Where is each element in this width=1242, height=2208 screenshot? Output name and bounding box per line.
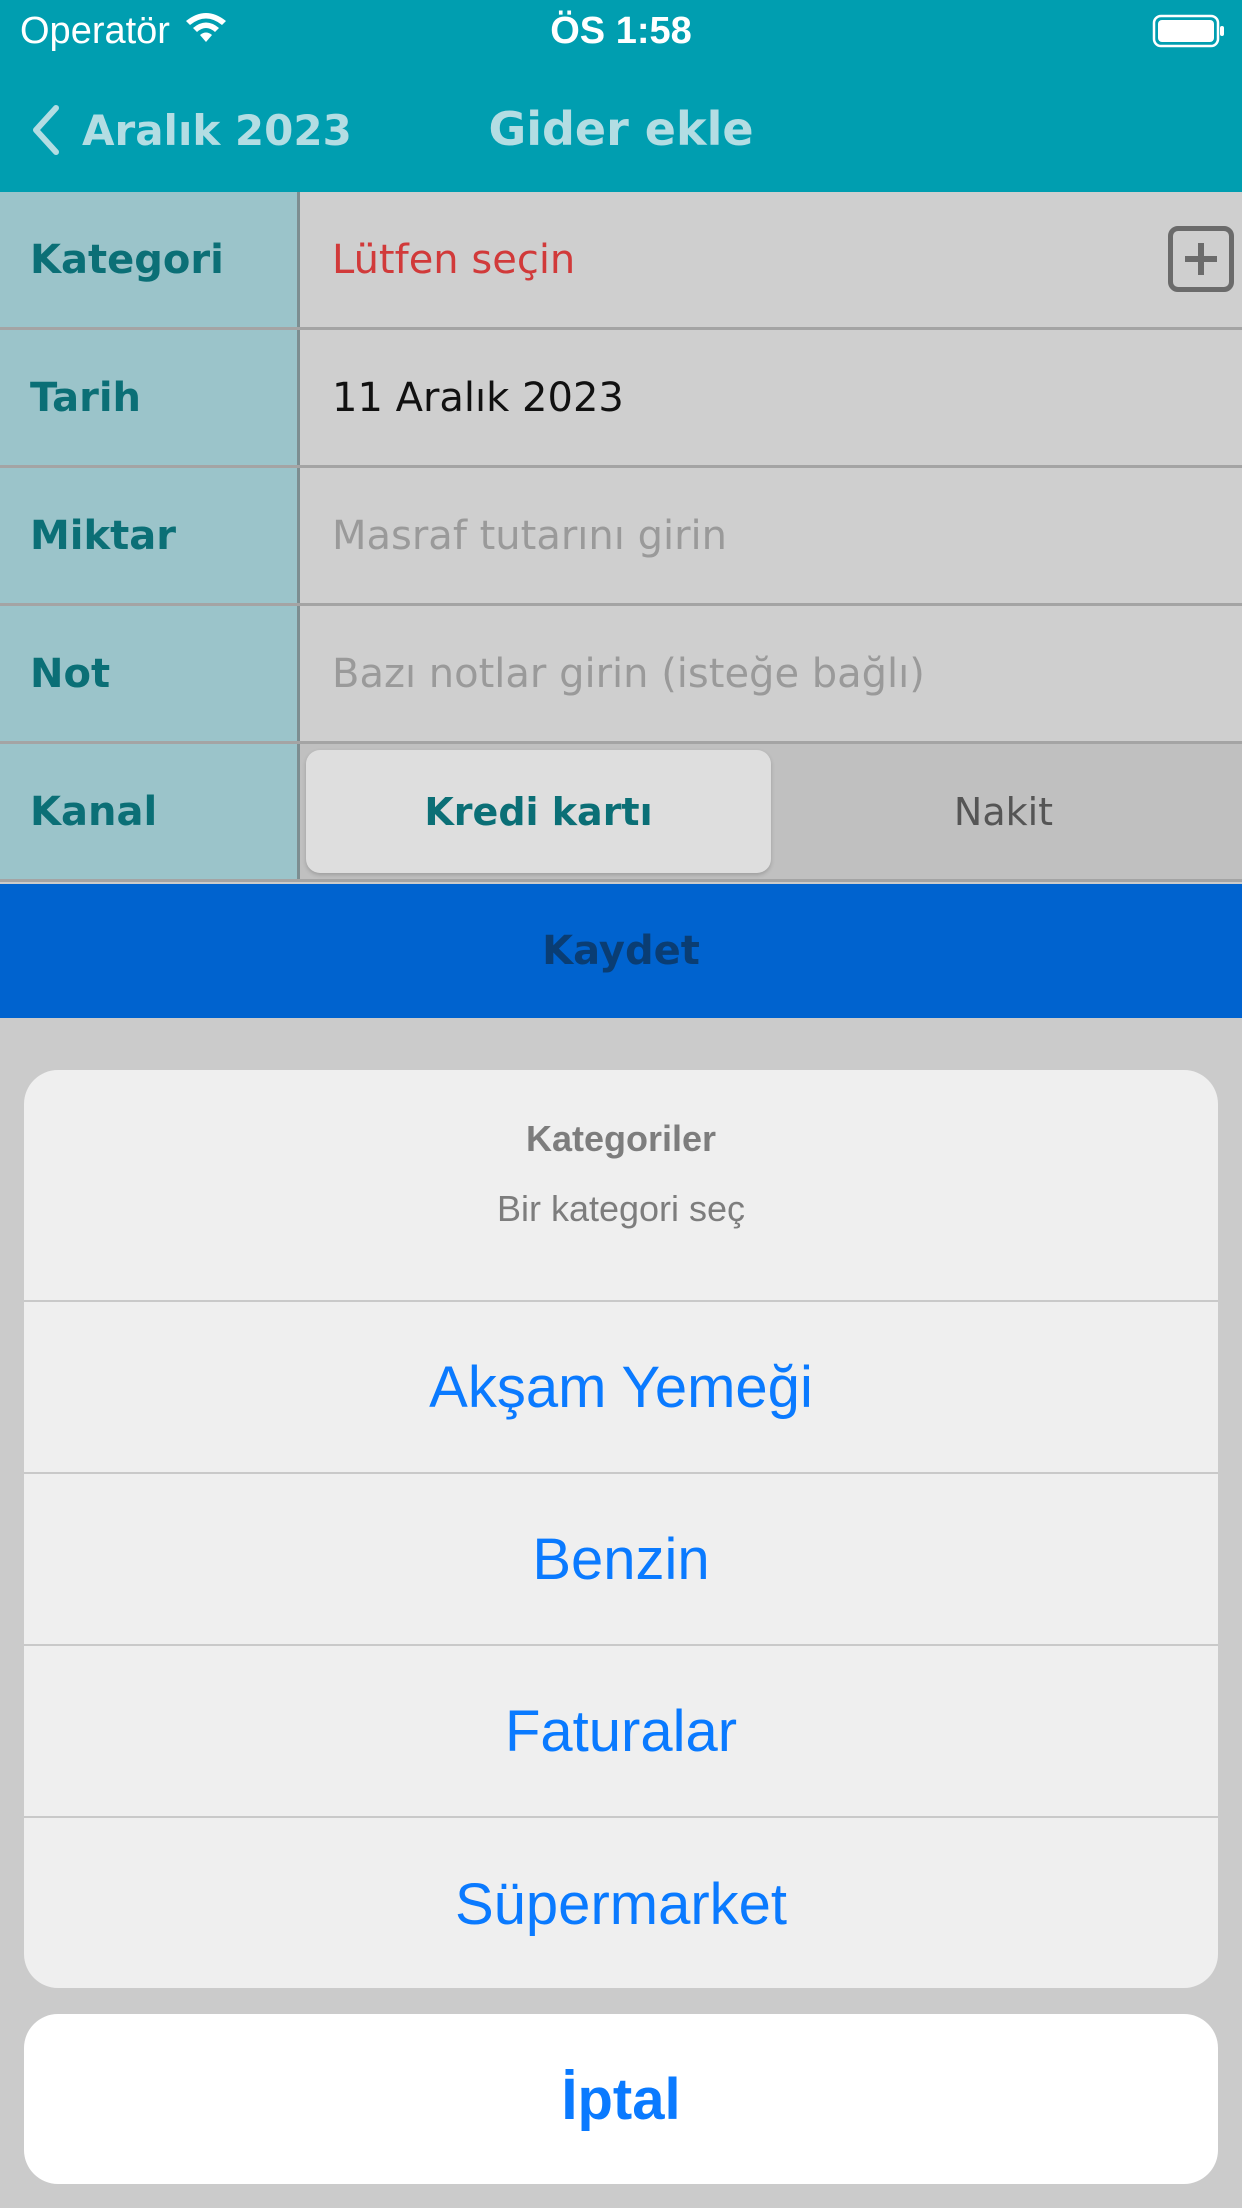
- navigation-bar: Aralık 2023 Gider ekle: [0, 62, 1242, 192]
- amount-row: Miktar Masraf tutarını girin: [0, 468, 1242, 606]
- category-option-fuel[interactable]: Benzin: [24, 1474, 1218, 1646]
- category-value: Lütfen seçin: [332, 236, 576, 283]
- cancel-button[interactable]: İptal: [24, 2014, 1218, 2184]
- amount-input[interactable]: Masraf tutarını girin: [300, 468, 1242, 603]
- date-row: Tarih 11 Aralık 2023: [0, 330, 1242, 468]
- date-value: 11 Aralık 2023: [332, 374, 624, 421]
- note-label: Not: [0, 606, 300, 741]
- channel-option-credit-card[interactable]: Kredi kartı: [306, 750, 771, 873]
- category-row: Kategori Lütfen seçin: [0, 192, 1242, 330]
- date-field[interactable]: 11 Aralık 2023: [300, 330, 1242, 465]
- category-picker[interactable]: Lütfen seçin: [300, 192, 1242, 327]
- note-placeholder: Bazı notlar girin (isteğe bağlı): [332, 650, 925, 697]
- note-input[interactable]: Bazı notlar girin (isteğe bağlı): [300, 606, 1242, 741]
- channel-segmented-control: Kredi kartı Nakit: [300, 744, 1242, 879]
- status-time: ÖS 1:58: [550, 10, 692, 52]
- channel-option-cash[interactable]: Nakit: [771, 750, 1236, 873]
- action-sheet-header: Kategoriler Bir kategori seç: [24, 1070, 1218, 1302]
- channel-label: Kanal: [0, 744, 300, 879]
- battery-full-icon: [1152, 14, 1224, 48]
- category-option-dinner[interactable]: Akşam Yemeği: [24, 1302, 1218, 1474]
- action-sheet-title: Kategoriler: [525, 1118, 717, 1159]
- page-title: Gider ekle: [488, 102, 754, 156]
- date-label: Tarih: [0, 330, 300, 465]
- category-option-bills[interactable]: Faturalar: [24, 1646, 1218, 1818]
- action-sheet-subtitle: Bir kategori seç: [496, 1188, 746, 1229]
- status-bar: Operatör ÖS 1:58: [0, 0, 1242, 62]
- channel-row: Kanal Kredi kartı Nakit: [0, 744, 1242, 882]
- note-row: Not Bazı notlar girin (isteğe bağlı): [0, 606, 1242, 744]
- save-button[interactable]: Kaydet: [0, 884, 1242, 1018]
- expense-form: Kategori Lütfen seçin Tarih 11 Aralık 20…: [0, 192, 1242, 882]
- amount-placeholder: Masraf tutarını girin: [332, 512, 727, 559]
- category-label: Kategori: [0, 192, 300, 327]
- amount-label: Miktar: [0, 468, 300, 603]
- top-bar: Operatör ÖS 1:58 Aralık 2023 Gider ekle: [0, 0, 1242, 192]
- category-action-sheet: Kategoriler Bir kategori seç Akşam Yemeğ…: [24, 1070, 1218, 1988]
- category-option-supermarket[interactable]: Süpermarket: [24, 1818, 1218, 1988]
- add-category-button[interactable]: [1168, 226, 1234, 292]
